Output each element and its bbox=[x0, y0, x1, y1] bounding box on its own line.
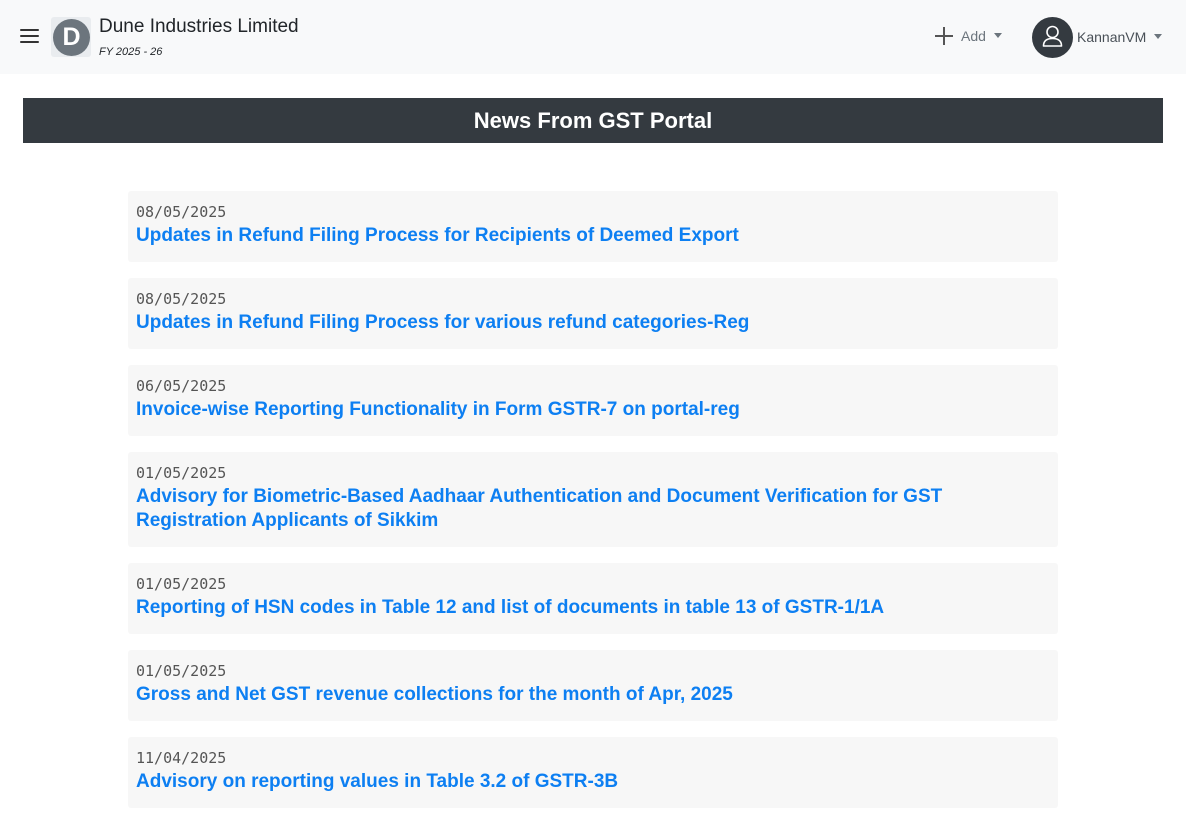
news-item: 01/05/2025 Advisory for Biometric-Based … bbox=[128, 452, 1058, 547]
news-title-link[interactable]: Updates in Refund Filing Process for Rec… bbox=[136, 224, 1050, 248]
company-name: Dune Industries Limited bbox=[99, 16, 299, 37]
chevron-down-icon bbox=[1154, 33, 1163, 39]
news-date: 08/05/2025 bbox=[136, 290, 227, 308]
news-title-link[interactable]: Invoice-wise Reporting Functionality in … bbox=[136, 398, 1050, 422]
news-list: 08/05/2025 Updates in Refund Filing Proc… bbox=[128, 191, 1058, 824]
news-item: 01/05/2025 Reporting of HSN codes in Tab… bbox=[128, 563, 1058, 634]
news-item: 08/05/2025 Updates in Refund Filing Proc… bbox=[128, 191, 1058, 262]
add-dropdown-button[interactable]: Add bbox=[933, 22, 1002, 50]
news-item: 06/05/2025 Invoice-wise Reporting Functi… bbox=[128, 365, 1058, 436]
company-logo-letter: D bbox=[53, 19, 90, 56]
chevron-down-icon bbox=[993, 32, 1002, 38]
news-item: 08/05/2025 Updates in Refund Filing Proc… bbox=[128, 278, 1058, 349]
news-date: 01/05/2025 bbox=[136, 464, 227, 482]
user-name: KannanVM bbox=[1077, 29, 1147, 45]
fiscal-year: FY 2025 - 26 bbox=[99, 46, 163, 58]
news-title-link[interactable]: Reporting of HSN codes in Table 12 and l… bbox=[136, 596, 1050, 620]
news-title-link[interactable]: Advisory on reporting values in Table 3.… bbox=[136, 770, 1050, 794]
menu-toggle-icon[interactable] bbox=[20, 29, 39, 45]
news-date: 01/05/2025 bbox=[136, 575, 227, 593]
top-navbar: D Dune Industries Limited FY 2025 - 26 A… bbox=[0, 0, 1186, 74]
news-title-link[interactable]: Advisory for Biometric-Based Aadhaar Aut… bbox=[136, 485, 1050, 533]
news-date: 08/05/2025 bbox=[136, 203, 227, 221]
news-item: 11/04/2025 Advisory on reporting values … bbox=[128, 737, 1058, 808]
news-title-link[interactable]: Gross and Net GST revenue collections fo… bbox=[136, 683, 1050, 707]
news-item: 01/05/2025 Gross and Net GST revenue col… bbox=[128, 650, 1058, 721]
plus-icon bbox=[933, 25, 955, 47]
news-date: 11/04/2025 bbox=[136, 749, 227, 767]
news-date: 06/05/2025 bbox=[136, 377, 227, 395]
news-title-link[interactable]: Updates in Refund Filing Process for var… bbox=[136, 311, 1050, 335]
page-title-banner: News From GST Portal bbox=[23, 98, 1163, 143]
company-logo: D bbox=[51, 17, 91, 57]
user-menu-button[interactable]: KannanVM bbox=[1032, 16, 1163, 58]
add-label: Add bbox=[961, 28, 986, 44]
news-date: 01/05/2025 bbox=[136, 662, 227, 680]
user-avatar-icon bbox=[1032, 16, 1073, 58]
